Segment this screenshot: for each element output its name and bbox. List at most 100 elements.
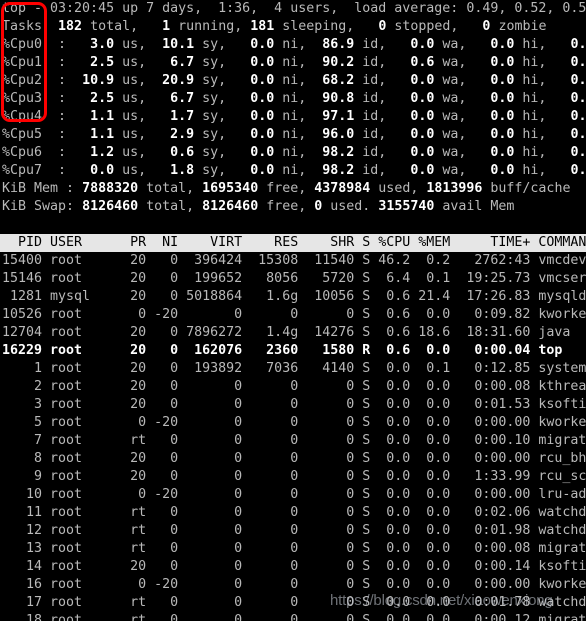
table-row[interactable]: 2 root 20 0 0 0 0 S 0.0 0.0 0:00.08 kthr…	[0, 378, 586, 396]
cpu-4-wa-label: wa,	[434, 109, 475, 124]
cpu-3-hi-label: hi,	[514, 91, 555, 106]
cpu-2-wa-value: 0.0	[394, 73, 435, 88]
cpu-1-sy-label: sy,	[194, 55, 235, 70]
cpu-4-us-label: us,	[114, 109, 155, 124]
cpu-5-wa-label: wa,	[434, 127, 475, 142]
cpu-4-ni-value: 0.0	[234, 109, 275, 124]
table-row[interactable]: 12 root rt 0 0 0 0 S 0.0 0.0 0:01.98 wat…	[0, 522, 586, 540]
cpu-0-id-value: 86.9	[314, 37, 355, 52]
cpu-5-sy-value: 2.9	[154, 127, 195, 142]
tasks-sleeping-value: 181	[250, 19, 275, 34]
cpu-6-sy-label: sy,	[194, 145, 235, 160]
cpu-1-us-label: us,	[114, 55, 155, 70]
table-row[interactable]: 16229 root 20 0 162076 2360 1580 R 0.6 0…	[0, 342, 586, 360]
mem-label: KiB Mem :	[2, 181, 83, 196]
table-row[interactable]: 14 root 20 0 0 0 0 S 0.0 0.0 0:00.14 kso…	[0, 558, 586, 576]
table-row[interactable]: 11 root rt 0 0 0 0 S 0.0 0.0 0:02.06 wat…	[0, 504, 586, 522]
cpu-5-us-label: us,	[114, 127, 155, 142]
table-row[interactable]: 18 root rt 0 0 0 0 S 0.0 0.0 0:00.12 mig…	[0, 612, 586, 621]
cpu-5-ni-label: ni,	[274, 127, 315, 142]
cpu-line-5: %Cpu5 : 1.1 us, 2.9 sy, 0.0 ni, 96.0 id,…	[0, 126, 586, 144]
cpu-4-hi-label: hi,	[514, 109, 555, 124]
cpu-7-hi-value: 0.0	[474, 163, 515, 178]
table-row[interactable]: 17 root rt 0 0 0 0 S 0.0 0.0 0:01.78 wat…	[0, 594, 586, 612]
cpu-6-us-label: us,	[114, 145, 155, 160]
table-row[interactable]: 1281 mysql 20 0 5018864 1.6g 10056 S 0.6…	[0, 288, 586, 306]
cpu-7-us-label: us,	[114, 163, 155, 178]
cpu-7-wa-label: wa,	[434, 163, 475, 178]
terminal-window[interactable]: top - 03:20:45 up 7 days, 1:36, 4 users,…	[0, 0, 586, 621]
cpu-3-us-label: us,	[114, 91, 155, 106]
cpu-5-sy-label: sy,	[194, 127, 235, 142]
cpu-5-ni-value: 0.0	[234, 127, 275, 142]
table-row[interactable]: 1 root 20 0 193892 7036 4140 S 0.0 0.1 0…	[0, 360, 586, 378]
table-row[interactable]: 16 root 0 -20 0 0 0 S 0.0 0.0 0:00.00 kw…	[0, 576, 586, 594]
cpu-0-ni-label: ni,	[274, 37, 315, 52]
table-row[interactable]: 8 root 20 0 0 0 0 S 0.0 0.0 0:00.00 rcu_…	[0, 450, 586, 468]
cpu-7-si-value: 0.0	[570, 163, 586, 178]
cpu-2-wa-label: wa,	[434, 73, 475, 88]
cpu-6-hi-label: hi,	[514, 145, 555, 160]
cpu-2-hi-value: 0.0	[474, 73, 515, 88]
table-row[interactable]: 15400 root 20 0 396424 15308 11540 S 46.…	[0, 252, 586, 270]
cpu-1-ni-value: 0.0	[234, 55, 275, 70]
uptime-line: top - 03:20:45 up 7 days, 1:36, 4 users,…	[0, 0, 586, 18]
cpu-3-wa-label: wa,	[434, 91, 475, 106]
cpu-1-ni-label: ni,	[274, 55, 315, 70]
cpu-2-id-value: 68.2	[314, 73, 355, 88]
mem-free-label: free,	[258, 181, 315, 196]
cpu-7-sy-value: 1.8	[154, 163, 195, 178]
cpu-4-ni-label: ni,	[274, 109, 315, 124]
table-row[interactable]: 12704 root 20 0 7896272 1.4g 14276 S 0.6…	[0, 324, 586, 342]
table-row[interactable]: 13 root rt 0 0 0 0 S 0.0 0.0 0:00.08 mig…	[0, 540, 586, 558]
uptime-line-text: top - 03:20:45 up 7 days, 1:36, 4 users,…	[2, 1, 586, 16]
tasks-stopped-label: stopped,	[386, 19, 483, 34]
cpu-4-id-label: id,	[354, 109, 395, 124]
cpu-1-us-value: 2.5	[74, 55, 115, 70]
cpu-line-0: %Cpu0 : 3.0 us, 10.1 sy, 0.0 ni, 86.9 id…	[0, 36, 586, 54]
cpu-5-us-value: 1.1	[74, 127, 115, 142]
cpu-4-id-value: 97.1	[314, 109, 355, 124]
cpu-0-wa-value: 0.0	[394, 37, 435, 52]
cpu-label-6: %Cpu6 :	[2, 145, 75, 160]
cpu-1-id-value: 90.2	[314, 55, 355, 70]
cpu-7-wa-value: 0.0	[394, 163, 435, 178]
cpu-4-hi-value: 0.0	[474, 109, 515, 124]
cpu-5-id-label: id,	[354, 127, 395, 142]
cpu-label-1: %Cpu1 :	[2, 55, 75, 70]
mem-buffcache-value: 1813996	[426, 181, 483, 196]
cpu-3-ni-value: 0.0	[234, 91, 275, 106]
table-row[interactable]: 9 root 20 0 0 0 0 S 0.0 0.0 1:33.99 rcu_…	[0, 468, 586, 486]
table-row[interactable]: 5 root 0 -20 0 0 0 S 0.0 0.0 0:00.00 kwo…	[0, 414, 586, 432]
cpu-2-ni-value: 0.0	[234, 73, 275, 88]
cpu-3-us-value: 2.5	[74, 91, 115, 106]
process-table-body: 15400 root 20 0 396424 15308 11540 S 46.…	[0, 252, 586, 621]
cpu-label-7: %Cpu7 :	[2, 163, 75, 178]
table-row[interactable]: 7 root rt 0 0 0 0 S 0.0 0.0 0:00.10 migr…	[0, 432, 586, 450]
cpu-7-us-value: 0.0	[74, 163, 115, 178]
cpu-2-us-value: 10.9	[74, 73, 115, 88]
top-summary-area: top - 03:20:45 up 7 days, 1:36, 4 users,…	[0, 0, 586, 216]
mem-line: KiB Mem : 7888320 total, 1695340 free, 4…	[0, 180, 586, 198]
tasks-sleeping-label: sleeping,	[274, 19, 379, 34]
cpu-7-id-label: id,	[354, 163, 395, 178]
cpu-label-3: %Cpu3 :	[2, 91, 75, 106]
table-row[interactable]: 15146 root 20 0 199652 8056 5720 S 6.4 0…	[0, 270, 586, 288]
mem-buffcache-label: buff/cache	[482, 181, 571, 196]
table-row[interactable]: 10 root 0 -20 0 0 0 S 0.0 0.0 0:00.00 lr…	[0, 486, 586, 504]
tasks-running-value: 1	[162, 19, 171, 34]
cpu-3-ni-label: ni,	[274, 91, 315, 106]
tasks-total-value: 182	[58, 19, 83, 34]
cpu-3-si-value: 0.0	[570, 91, 586, 106]
cpu-6-hi-value: 0.0	[474, 145, 515, 160]
cpu-6-id-value: 98.2	[314, 145, 355, 160]
cpu-line-3: %Cpu3 : 2.5 us, 6.7 sy, 0.0 ni, 90.8 id,…	[0, 90, 586, 108]
table-row[interactable]: 10526 root 0 -20 0 0 0 S 0.6 0.0 0:09.82…	[0, 306, 586, 324]
cpu-2-si-value: 0.0	[570, 73, 586, 88]
cpu-1-sy-value: 6.7	[154, 55, 195, 70]
table-row[interactable]: 3 root 20 0 0 0 0 S 0.0 0.0 0:01.53 ksof…	[0, 396, 586, 414]
cpu-0-hi-label: hi,	[514, 37, 555, 52]
cpu-2-sy-value: 20.9	[154, 73, 195, 88]
mem-used-value: 4378984	[314, 181, 371, 196]
mem-free-value: 1695340	[202, 181, 259, 196]
